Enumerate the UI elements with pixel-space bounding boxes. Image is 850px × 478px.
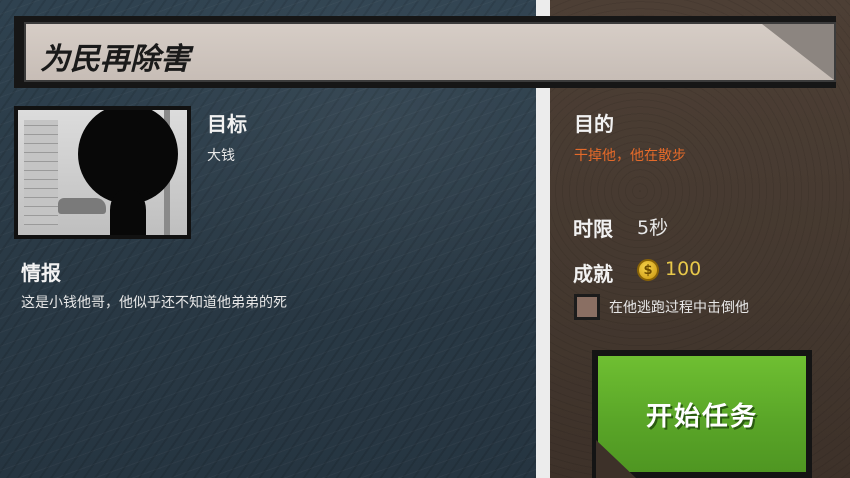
objective-label: 目的 bbox=[574, 112, 614, 136]
achievement-checkbox-fill bbox=[577, 297, 597, 317]
target-silhouette-body bbox=[110, 190, 146, 235]
achievement-condition: 在他逃跑过程中击倒他 bbox=[609, 300, 749, 316]
objective-text: 干掉他，他在散步 bbox=[574, 148, 686, 164]
start-mission-label: 开始任务 bbox=[645, 401, 758, 432]
target-portrait bbox=[14, 106, 191, 239]
intel-text: 这是小钱他哥，他似乎还不知道他弟弟的死 bbox=[21, 295, 287, 311]
portrait-car bbox=[58, 198, 106, 214]
button-corner-cut bbox=[596, 440, 636, 478]
target-name: 大钱 bbox=[207, 148, 235, 164]
mission-title-bar: 为民再除害 bbox=[14, 16, 836, 88]
mission-title: 为民再除害 bbox=[40, 42, 190, 77]
time-limit-label: 时限 bbox=[573, 217, 613, 241]
time-limit-value: 5秒 bbox=[637, 217, 669, 239]
achievement-label: 成就 bbox=[573, 262, 613, 286]
target-label: 目标 bbox=[207, 112, 247, 136]
mission-title-plate: 为民再除害 bbox=[24, 22, 836, 82]
achievement-reward: 100 bbox=[665, 258, 702, 280]
achievement-checkbox bbox=[574, 294, 600, 320]
intel-label: 情报 bbox=[21, 261, 61, 285]
portrait-building bbox=[24, 120, 58, 225]
coin-icon: $ bbox=[637, 259, 659, 281]
target-portrait-image bbox=[18, 110, 187, 235]
title-corner-decoration bbox=[762, 24, 834, 80]
